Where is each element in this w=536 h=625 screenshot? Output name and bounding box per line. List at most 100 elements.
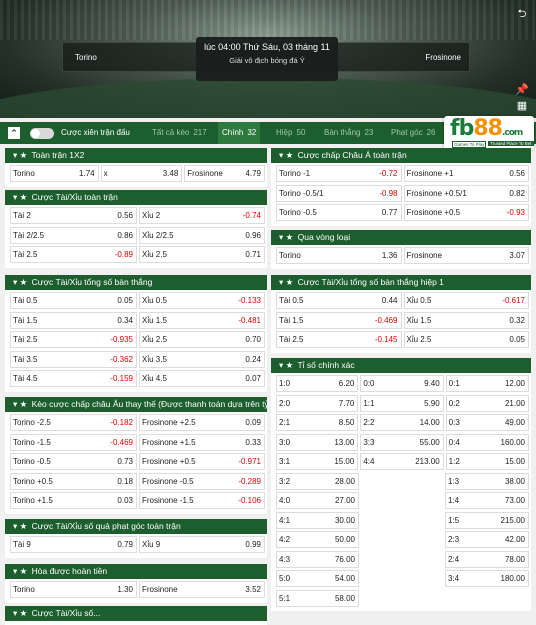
odds-button[interactable]: Frosinone +0.5 -0.93 [403, 204, 529, 221]
odds-button[interactable]: 4:4 213.00 [360, 453, 444, 470]
market-header[interactable]: ▾ ★ Cược chấp Châu Á toàn trận [271, 148, 531, 163]
odds-button[interactable]: Frosinone +2.5 0.09 [138, 414, 265, 431]
odds-button[interactable]: Frosinone +1.5 0.33 [138, 433, 265, 451]
odds-button[interactable]: Xỉu 2 -0.74 [138, 207, 265, 224]
odds-button[interactable]: Tài 2 0.56 [10, 207, 137, 224]
tab-half[interactable]: Hiệp 50 [272, 122, 309, 144]
odds-button[interactable]: Tài 0.5 0.05 [10, 292, 137, 309]
star-icon[interactable]: ▾ ★ [13, 277, 27, 287]
odds-button[interactable]: Torino 1.36 [276, 247, 402, 264]
odds-button[interactable]: 3:4 180.00 [445, 570, 529, 587]
odds-button[interactable]: 0:3 49.00 [445, 414, 529, 431]
odds-button[interactable]: Torino 1.74 [10, 165, 99, 182]
odds-button[interactable]: Xỉu 1.5 0.32 [403, 311, 529, 329]
market-header[interactable]: ▾ ★ Kèo cược chấp châu Âu thay thế (Được… [5, 397, 267, 412]
odds-button[interactable]: Tài 2/2.5 0.86 [10, 226, 137, 244]
odds-button[interactable]: 3:1 15.00 [276, 453, 359, 470]
odds-button[interactable]: Tài 4.5 -0.159 [10, 370, 137, 387]
odds-button[interactable]: 2:0 7.70 [276, 394, 359, 412]
odds-button[interactable]: Xỉu 2/2.5 0.96 [138, 226, 265, 244]
odds-button[interactable]: Frosinone 3.52 [138, 581, 265, 598]
odds-button[interactable]: Tài 2.5 -0.89 [10, 246, 137, 263]
odds-button[interactable]: Frosinone +1 0.56 [403, 165, 529, 182]
tab-all[interactable]: Tất cả kèo 217 [148, 122, 211, 144]
odds-button[interactable]: Tài 2.5 -0.145 [276, 331, 402, 348]
odds-button[interactable]: 2:2 14.00 [360, 414, 444, 431]
odds-button[interactable]: 4:2 50.00 [276, 531, 359, 548]
odds-button[interactable]: Xỉu 1.5 -0.481 [138, 311, 265, 329]
odds-button[interactable]: 2:3 42.00 [445, 531, 529, 548]
market-header[interactable]: ▾ ★ Qua vòng loại [271, 230, 531, 245]
market-header[interactable]: ▾ ★ Cược Tài/Xỉu tổng số bàn thắng hiệp … [271, 275, 531, 290]
odds-button[interactable]: 4:1 30.00 [276, 511, 359, 529]
odds-button[interactable]: Xỉu 0.5 -0.133 [138, 292, 265, 309]
odds-button[interactable]: Torino -1.5 -0.469 [10, 433, 137, 451]
market-header[interactable]: ▾ ★ Cược Tài/Xỉu tổng số bàn thắng [5, 275, 267, 290]
star-icon[interactable]: ▾ ★ [13, 150, 27, 160]
odds-button[interactable]: 1:1 5.90 [360, 394, 444, 412]
odds-button[interactable]: Torino -0.5 0.73 [10, 453, 137, 470]
odds-button[interactable]: 0:2 21.00 [445, 394, 529, 412]
odds-button[interactable]: Tài 2.5 -0.935 [10, 331, 137, 348]
odds-button[interactable]: Tài 0.5 0.44 [276, 292, 402, 309]
odds-button[interactable]: 1:0 6.20 [276, 375, 359, 392]
odds-button[interactable]: Frosinone +0.5/1 0.82 [403, 184, 529, 202]
odds-button[interactable]: Torino +1.5 0.03 [10, 492, 137, 509]
odds-button[interactable]: 4:3 76.00 [276, 550, 359, 568]
market-header[interactable]: ▾ ★ Cược Tài/Xỉu số... [5, 606, 267, 621]
odds-button[interactable]: 2:4 78.00 [445, 550, 529, 568]
odds-button[interactable]: Tài 9 0.79 [10, 536, 137, 553]
odds-button[interactable]: Frosinone 4.79 [184, 165, 266, 182]
odds-button[interactable]: 0:4 160.00 [445, 433, 529, 451]
odds-button[interactable]: 3:3 55.00 [360, 433, 444, 451]
odds-button[interactable]: Tài 3.5 -0.362 [10, 350, 137, 368]
odds-button[interactable]: Torino -0.5/1 -0.98 [276, 184, 402, 202]
collapse-all-icon[interactable]: ⌃ [8, 127, 20, 139]
star-icon[interactable]: ▾ ★ [13, 192, 27, 202]
market-header[interactable]: ▾ ★ Cược Tài/Xỉu toàn trận [5, 190, 267, 205]
odds-button[interactable]: 5:1 58.00 [276, 589, 359, 607]
odds-button[interactable]: 5:0 54.00 [276, 570, 359, 587]
odds-button[interactable]: Xỉu 3.5 0.24 [138, 350, 265, 368]
odds-button[interactable]: x 3.48 [100, 165, 183, 182]
star-icon[interactable]: ▾ ★ [13, 521, 27, 531]
odds-button[interactable]: Frosinone 3.07 [403, 247, 529, 264]
odds-button[interactable]: 4:0 27.00 [276, 492, 359, 509]
odds-button[interactable]: Xỉu 2.5 0.71 [138, 246, 265, 263]
odds-button[interactable]: Xỉu 2.5 0.70 [138, 331, 265, 348]
market-header[interactable]: ▾ ★ Tỉ số chính xác [271, 358, 531, 373]
odds-button[interactable]: Frosinone -1.5 -0.106 [138, 492, 265, 509]
back-icon[interactable]: ⮌ [514, 6, 530, 22]
odds-button[interactable]: Xỉu 4.5 0.07 [138, 370, 265, 387]
odds-button[interactable]: 3:0 13.00 [276, 433, 359, 451]
odds-button[interactable]: Torino -2.5 -0.182 [10, 414, 137, 431]
odds-button[interactable]: Xỉu 0.5 -0.617 [403, 292, 529, 309]
pitch-view-icon[interactable]: ▦ [514, 98, 530, 114]
odds-button[interactable]: Torino +0.5 0.18 [10, 472, 137, 490]
tab-goals[interactable]: Bàn thắng 23 [320, 122, 377, 144]
star-icon[interactable]: ▾ ★ [279, 277, 293, 287]
odds-button[interactable]: Xỉu 9 0.99 [138, 536, 265, 553]
odds-button[interactable]: 0:0 9.40 [360, 375, 444, 392]
odds-button[interactable]: Torino -0.5 0.77 [276, 204, 402, 221]
odds-button[interactable]: Xỉu 2.5 0.05 [403, 331, 529, 348]
star-icon[interactable]: ▾ ★ [279, 150, 293, 160]
odds-button[interactable]: 2:1 8.50 [276, 414, 359, 431]
odds-button[interactable]: Frosinone +0.5 -0.971 [138, 453, 265, 470]
odds-button[interactable]: Tài 1.5 -0.469 [276, 311, 402, 329]
star-icon[interactable]: ▾ ★ [13, 566, 27, 576]
odds-button[interactable]: Frosinone -0.5 -0.289 [138, 472, 265, 490]
odds-button[interactable]: 1:4 73.00 [445, 492, 529, 509]
odds-button[interactable]: 1:2 15.00 [445, 453, 529, 470]
pin-icon[interactable]: 📌 [514, 82, 530, 98]
odds-button[interactable]: 1:5 215.00 [445, 511, 529, 529]
odds-button[interactable]: 1:3 38.00 [445, 472, 529, 490]
combo-bet-toggle[interactable] [30, 128, 54, 139]
market-header[interactable]: ▾ ★ Cược Tài/Xỉu số quả phạt góc toàn tr… [5, 519, 267, 534]
star-icon[interactable]: ▾ ★ [279, 360, 293, 370]
star-icon[interactable]: ▾ ★ [13, 399, 27, 409]
odds-button[interactable]: Tài 1.5 0.34 [10, 311, 137, 329]
odds-button[interactable]: 3:2 28.00 [276, 472, 359, 490]
star-icon[interactable]: ▾ ★ [13, 608, 27, 618]
odds-button[interactable]: Torino -1 -0.72 [276, 165, 402, 182]
